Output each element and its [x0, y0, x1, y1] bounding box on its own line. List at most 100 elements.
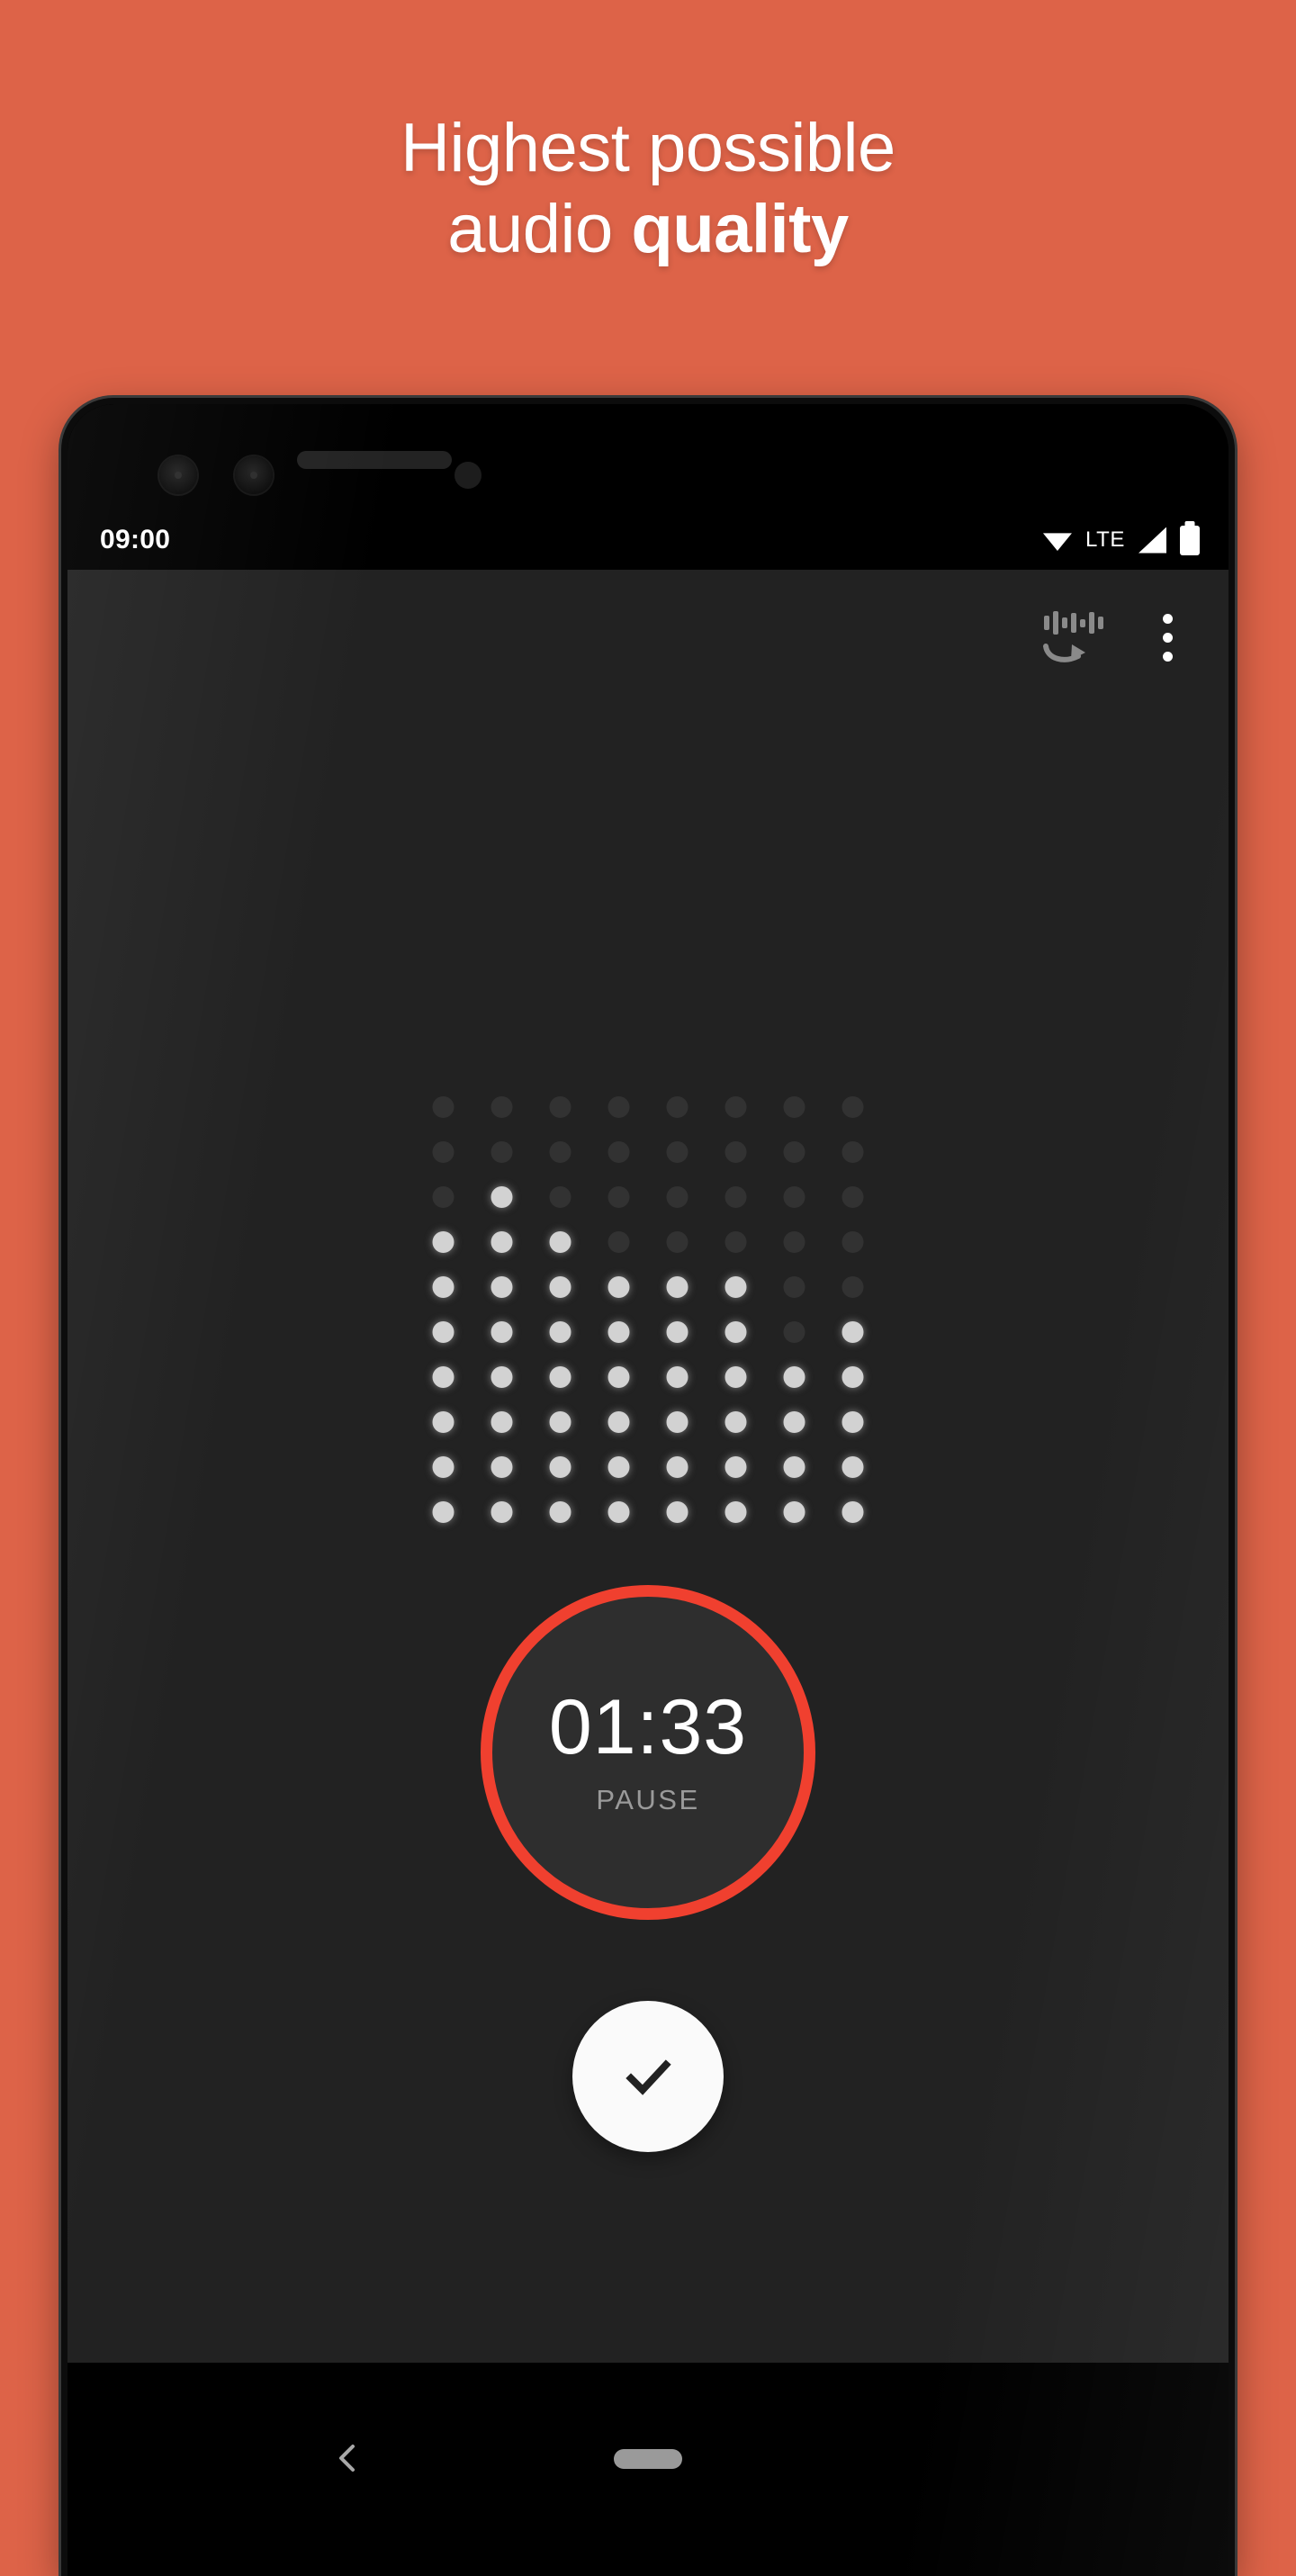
visualizer-dot: [842, 1456, 864, 1478]
elapsed-time: 01:33: [548, 1684, 748, 1770]
visualizer-dot: [783, 1456, 806, 1478]
front-camera-icon: [159, 456, 197, 494]
visualizer-dot: [842, 1321, 864, 1343]
overflow-menu-icon[interactable]: [1154, 607, 1182, 669]
android-nav-bar: [68, 2363, 1228, 2576]
visualizer-dot: [549, 1186, 572, 1208]
visualizer-dot: [608, 1501, 630, 1523]
phone-top-bezel: [68, 404, 1228, 510]
restore-arrow-icon: [1043, 644, 1085, 662]
visualizer-dot: [608, 1276, 630, 1298]
visualizer-dot: [666, 1321, 688, 1343]
visualizer-dot: [549, 1456, 572, 1478]
visualizer-dot: [490, 1231, 513, 1253]
visualizer-dot: [549, 1366, 572, 1388]
visualizer-dot: [842, 1096, 864, 1118]
visualizer-dot: [666, 1276, 688, 1298]
waveform-bars: [1044, 610, 1103, 635]
visualizer-dot: [549, 1321, 572, 1343]
visualizer-dot: [783, 1411, 806, 1433]
visualizer-dot: [724, 1231, 747, 1253]
headline-line-2-bold: quality: [631, 190, 849, 267]
visualizer-dot: [783, 1276, 806, 1298]
visualizer-dot: [842, 1411, 864, 1433]
visualizer-dot: [608, 1456, 630, 1478]
headline-line-2-normal: audio: [447, 190, 632, 267]
visualizer-dot: [490, 1186, 513, 1208]
headline-line-2: audio quality: [0, 189, 1296, 270]
app-bar: [68, 570, 1228, 705]
visualizer-dot: [432, 1141, 454, 1163]
visualizer-dot: [490, 1141, 513, 1163]
visualizer-dot: [724, 1276, 747, 1298]
headline-line-1: Highest possible: [400, 110, 896, 186]
status-bar: 09:00 LTE: [68, 510, 1228, 570]
visualizer-dot: [666, 1141, 688, 1163]
visualizer-dot: [724, 1501, 747, 1523]
waveform-restore-icon[interactable]: [1042, 610, 1103, 664]
battery-icon: [1180, 525, 1200, 555]
visualizer-dot: [549, 1411, 572, 1433]
visualizer-dot: [549, 1276, 572, 1298]
visualizer-column: [490, 1096, 513, 1523]
visualizer-column: [842, 1096, 864, 1523]
visualizer-dot: [783, 1366, 806, 1388]
recorder-app-screen: 01:33 PAUSE: [68, 570, 1228, 2363]
menu-dot: [1163, 613, 1173, 624]
visualizer-dot: [724, 1366, 747, 1388]
visualizer-dot: [608, 1366, 630, 1388]
confirm-recording-button[interactable]: [572, 2001, 724, 2152]
visualizer-column: [549, 1096, 572, 1523]
visualizer-dot: [608, 1411, 630, 1433]
visualizer-dot: [549, 1231, 572, 1253]
visualizer-dot: [842, 1276, 864, 1298]
visualizer-dot: [666, 1186, 688, 1208]
visualizer-dot: [724, 1321, 747, 1343]
promo-headline: Highest possible audio quality: [0, 108, 1296, 269]
visualizer-column: [724, 1096, 747, 1523]
visualizer-dot: [783, 1141, 806, 1163]
visualizer-dot: [666, 1501, 688, 1523]
visualizer-dot: [724, 1411, 747, 1433]
visualizer-dot: [842, 1141, 864, 1163]
visualizer-dot: [549, 1096, 572, 1118]
back-chevron-icon[interactable]: [330, 2440, 366, 2476]
visualizer-dot: [842, 1231, 864, 1253]
visualizer-dot: [842, 1501, 864, 1523]
visualizer-dot: [842, 1186, 864, 1208]
status-clock: 09:00: [100, 525, 171, 554]
status-indicators: LTE: [1042, 525, 1200, 555]
signal-icon: [1138, 527, 1166, 554]
menu-dot: [1163, 651, 1173, 662]
visualizer-dot: [783, 1186, 806, 1208]
visualizer-dot: [783, 1096, 806, 1118]
visualizer-dot: [549, 1501, 572, 1523]
proximity-sensor-icon: [454, 462, 482, 489]
network-label: LTE: [1084, 527, 1125, 552]
visualizer-dot: [432, 1456, 454, 1478]
visualizer-dot: [490, 1501, 513, 1523]
visualizer-dot: [666, 1366, 688, 1388]
visualizer-dot: [783, 1231, 806, 1253]
record-action-label: PAUSE: [596, 1784, 700, 1815]
visualizer-dot: [608, 1186, 630, 1208]
earpiece-speaker: [297, 451, 452, 469]
visualizer-dot: [432, 1096, 454, 1118]
visualizer-dot: [666, 1456, 688, 1478]
visualizer-dot: [490, 1366, 513, 1388]
record-pause-button[interactable]: 01:33 PAUSE: [481, 1585, 815, 1920]
visualizer-dot: [608, 1096, 630, 1118]
visualizer-dot: [724, 1141, 747, 1163]
audio-level-visualizer: [432, 1096, 864, 1523]
visualizer-dot: [432, 1186, 454, 1208]
visualizer-dot: [783, 1501, 806, 1523]
home-pill-icon[interactable]: [614, 2449, 682, 2469]
visualizer-dot: [842, 1366, 864, 1388]
visualizer-column: [783, 1096, 806, 1523]
visualizer-dot: [490, 1411, 513, 1433]
visualizer-dot: [432, 1231, 454, 1253]
visualizer-dot: [490, 1321, 513, 1343]
visualizer-dot: [608, 1141, 630, 1163]
visualizer-dot: [490, 1096, 513, 1118]
visualizer-column: [432, 1096, 454, 1523]
